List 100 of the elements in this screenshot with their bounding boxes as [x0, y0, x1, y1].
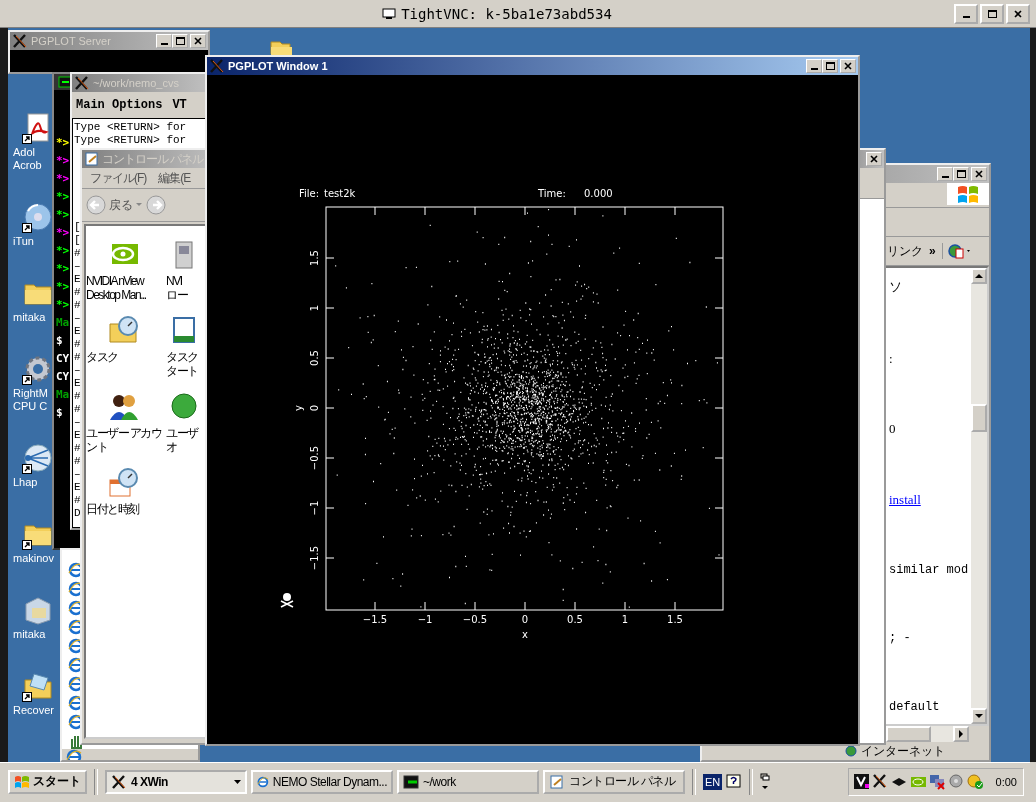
- terminal-text: Type <RETURN> for: [74, 121, 187, 134]
- control-panel-item[interactable]: NVIDIA nView Desktop Man...: [86, 238, 146, 302]
- y-axis-label: y: [293, 405, 304, 411]
- y-tick-label: −1.5: [309, 545, 320, 571]
- terminal-text: [: [74, 234, 81, 247]
- x-tick-label: 0: [521, 614, 529, 625]
- maximize-button[interactable]: [980, 3, 1004, 24]
- desktop-icon-label[interactable]: mitaka: [13, 628, 46, 641]
- time-value: 0.000: [584, 188, 613, 199]
- scroll-down-button[interactable]: [971, 708, 987, 724]
- caret-icon: [234, 779, 241, 784]
- terminal-text: #: [74, 442, 81, 455]
- toolbar-button[interactable]: [941, 243, 973, 259]
- start-button[interactable]: スタート: [8, 769, 87, 794]
- minimize-button[interactable]: [954, 3, 978, 24]
- menu-item[interactable]: ファイル(F): [90, 169, 147, 187]
- close-icon: [193, 36, 203, 46]
- terminal-text: E: [74, 377, 81, 390]
- maximize-icon: [987, 8, 997, 19]
- x-logo-icon[interactable]: [871, 773, 889, 790]
- taskbar-button[interactable]: コントロール パネル: [543, 769, 685, 794]
- control-panel-item[interactable]: タスク タート: [166, 314, 200, 378]
- scroll-thumb[interactable]: [971, 404, 987, 432]
- disc-icon: [22, 201, 54, 233]
- y-tick-label: 1.5: [309, 250, 320, 266]
- terminal-text: CY: [56, 369, 70, 385]
- taskbar-button[interactable]: NEMO Stellar Dynam...: [251, 769, 393, 794]
- terminal-text: #: [74, 455, 81, 468]
- terminal-text: Type <RETURN> for: [74, 134, 187, 147]
- language-indicator[interactable]: EN: [703, 773, 723, 790]
- up-arrow-icon: [975, 273, 983, 279]
- window-title: TightVNC: k-5ba1e73abd534: [401, 5, 612, 22]
- scroll-right-button[interactable]: [953, 726, 969, 742]
- terminal-text: –: [74, 260, 81, 273]
- terminal-text: #: [74, 390, 81, 403]
- menu-item[interactable]: 編集(E: [158, 169, 191, 187]
- x-tick-label: −1: [417, 614, 433, 625]
- page-text: similar mod: [889, 562, 969, 577]
- close-icon: [869, 154, 879, 164]
- mail-icon: [22, 670, 54, 702]
- terminal-text: *>: [56, 189, 70, 205]
- x-axis-label: x: [522, 629, 528, 640]
- desktop-icon-label[interactable]: makinov: [13, 552, 54, 565]
- desktop-icon-label[interactable]: RightM CPU C: [13, 387, 48, 413]
- network-disconnected-icon[interactable]: [928, 773, 946, 790]
- window-title: PGPLOT Server: [31, 35, 111, 47]
- menu-item[interactable]: Main Options: [76, 98, 163, 112]
- globe-document-icon: [946, 243, 973, 259]
- control-panel-item[interactable]: タスク: [86, 314, 140, 378]
- terminal-text: *>: [56, 135, 70, 151]
- desktop-icon-label[interactable]: Lhap: [13, 476, 38, 489]
- desktop-icon-label[interactable]: Recover: [13, 704, 54, 717]
- horizontal-scrollbar[interactable]: [886, 726, 969, 742]
- close-button[interactable]: [1006, 3, 1030, 24]
- globe-icon: [844, 744, 858, 758]
- time-label: Time:: [538, 188, 566, 199]
- taskbar-group-button[interactable]: 4 XWin: [105, 769, 247, 794]
- terminal-icon: [403, 773, 419, 790]
- link[interactable]: install: [889, 491, 921, 508]
- desktop-icon-label[interactable]: mitaka: [13, 311, 46, 324]
- scroll-up-button[interactable]: [971, 268, 987, 284]
- terminal-text: *>: [56, 297, 70, 313]
- control-panel-item[interactable]: ユーザ オ: [166, 390, 200, 454]
- terminal-icon: [58, 75, 72, 89]
- window-title: ~/work/nemo_cvs: [93, 77, 179, 89]
- close-button[interactable]: [840, 59, 856, 73]
- speaker-icon[interactable]: [947, 773, 965, 790]
- desktop-icon-label[interactable]: Adol Acrob: [13, 146, 42, 172]
- maximize-icon: [956, 169, 966, 179]
- help-icon[interactable]: [726, 773, 743, 790]
- down-arrow-icon: [975, 713, 983, 719]
- menu-item[interactable]: VT: [172, 98, 187, 112]
- scroll-thumb[interactable]: [886, 726, 931, 742]
- control-panel-item[interactable]: 日付と時刻: [86, 466, 140, 516]
- minimize-button[interactable]: [806, 59, 822, 73]
- page-text: :: [889, 350, 893, 367]
- y-tick-label: 1: [309, 304, 320, 312]
- terminal-text: CY: [56, 351, 70, 367]
- restore-menu-icon[interactable]: [760, 772, 771, 791]
- vertical-scrollbar[interactable]: [971, 268, 987, 724]
- desktop-icon-label[interactable]: iTun: [13, 235, 34, 248]
- vnc-icon[interactable]: [852, 773, 870, 790]
- maximize-icon: [825, 61, 835, 71]
- page-text: ソ: [889, 278, 902, 296]
- control-panel-item[interactable]: NVI ロー: [166, 238, 200, 302]
- terminal-text: *>: [56, 171, 70, 187]
- terminal-text: –: [74, 364, 81, 377]
- status-text: インターネット: [861, 742, 945, 760]
- forward-button[interactable]: [146, 195, 166, 215]
- terminal-text: *>: [56, 261, 70, 277]
- maximize-button[interactable]: [822, 59, 838, 73]
- back-button[interactable]: 戻る: [86, 195, 142, 215]
- shield-check-icon[interactable]: [966, 773, 984, 790]
- windows-logo-icon: [14, 773, 30, 790]
- links-label[interactable]: リンク: [887, 242, 923, 260]
- chevron-button[interactable]: »: [929, 244, 936, 258]
- taskbar-button[interactable]: ~/work: [397, 769, 539, 794]
- control-panel-item[interactable]: ユーザー アカウ ント: [86, 390, 162, 454]
- file-name: test2k: [324, 188, 356, 199]
- terminal-text: #: [74, 403, 81, 416]
